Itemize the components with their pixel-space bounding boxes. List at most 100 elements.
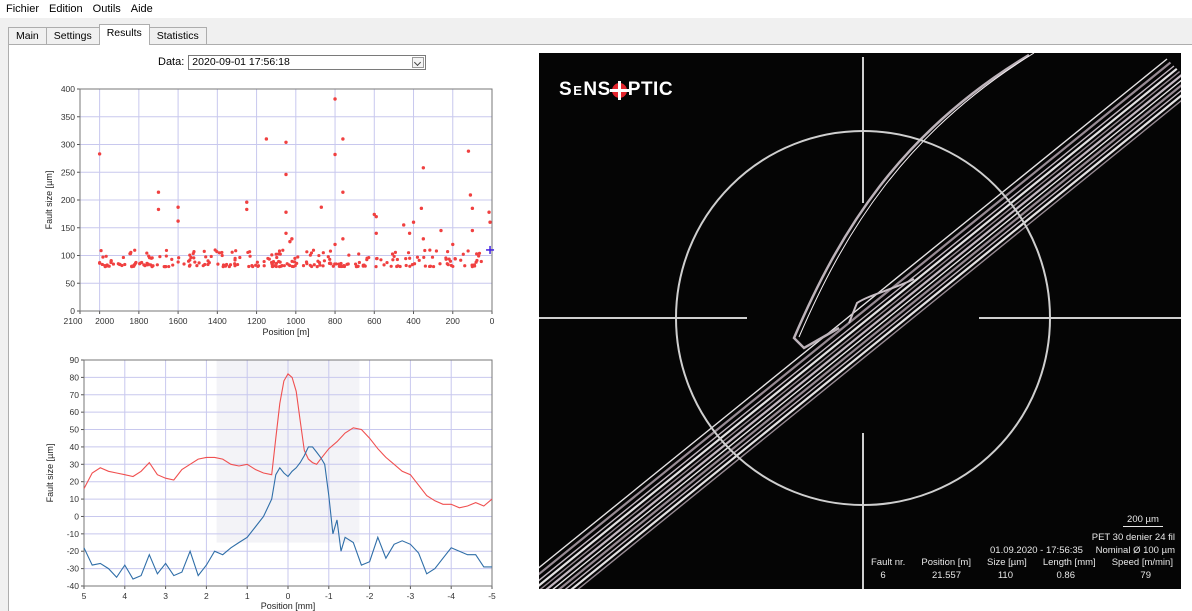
scatter-point [328,261,332,265]
scatter-point [410,263,414,267]
x-axis-label: Position [mm] [261,601,316,611]
y-tick-label: 90 [70,356,80,365]
y-tick-label: -10 [67,529,80,539]
scatter-point [182,262,186,266]
scatter-point [438,262,442,266]
scatter-point [391,258,395,262]
scatter-point [477,251,482,255]
scatter-point [406,251,411,255]
scatter-point [245,200,249,204]
menu-edition[interactable]: Edition [49,3,83,15]
x-tick-label: -3 [407,591,415,601]
scatter-point [428,248,432,252]
scatter-point [284,172,288,177]
tab-statistics[interactable]: Statistics [148,27,207,45]
scatter-point [275,255,279,260]
scatter-point [468,193,473,197]
scatter-point [292,260,297,264]
scatter-point [331,264,335,268]
scatter-point [287,263,291,267]
y-tick-label: 20 [70,477,80,487]
scatter-point [339,261,343,266]
scatter-point [171,263,175,267]
scatter-point [234,249,238,253]
scatter-point [209,254,213,259]
camera-image-view[interactable]: S E NS PTIC 200 µm PET 30 denier 24 fil 01.… [539,53,1181,589]
header-speed: Speed [m/min] [1111,557,1173,568]
header-fault-nr: Fault nr. [871,557,906,568]
x-tick-label: 1 [245,591,250,601]
scatter-point [434,249,439,253]
menu-fichier[interactable]: Fichier [6,3,39,15]
chevron-down-icon[interactable] [412,56,425,68]
scatter-point [164,248,169,253]
scatter-point [317,253,321,258]
scatter-point [315,264,319,269]
scatter-point [311,248,316,252]
y-tick-label: 80 [70,372,80,382]
scatter-point [187,264,192,268]
scatter-point [318,263,322,267]
scatter-point [247,264,251,269]
data-select[interactable]: 2020-09-01 17:56:18 [188,54,427,70]
x-tick-label: -4 [447,591,455,601]
scatter-point [278,260,282,264]
scatter-point [453,257,457,261]
scatter-point [270,253,274,257]
scatter-point [248,254,252,258]
header-position: Position [m] [921,557,971,568]
scatter-point [374,264,378,269]
scatter-point [404,263,408,268]
menu-bar: Fichier Edition Outils Aide [0,0,1192,18]
scatter-point [216,262,220,266]
scatter-point [431,264,436,269]
scatter-point [204,255,208,259]
scatter-point [206,262,210,267]
scatter-point [304,260,309,264]
scatter-chart[interactable]: 0501001502002503003504002100 2000 1800 1600… [40,84,500,346]
scatter-point [145,251,149,255]
x-tick-label: 2100 [64,316,83,326]
sensoptic-logo: S E NS PTIC [559,79,674,100]
tab-main[interactable]: Main [8,27,47,45]
scatter-point [347,253,351,257]
scatter-point [470,206,475,211]
scatter-point [221,263,226,267]
tab-settings[interactable]: Settings [45,27,100,45]
scatter-point [446,250,450,254]
scatter-point [277,249,282,253]
value-size: 110 [997,570,1013,581]
menu-aide[interactable]: Aide [131,3,153,15]
scatter-point [466,149,471,153]
y-tick-label: 10 [70,494,80,504]
scatter-point [197,261,201,265]
scatter-point [130,264,134,268]
y-tick-label: 400 [61,84,75,94]
yarn-image [539,53,1181,589]
x-tick-label: 1800 [129,316,148,326]
scatter-point [310,264,314,269]
menu-outils[interactable]: Outils [93,3,121,15]
scatter-point [463,264,467,268]
scatter-point [421,237,426,241]
tab-results[interactable]: Results [98,24,150,45]
scatter-point [192,250,196,254]
line-chart[interactable]: -40-30-20-1001020304050607080905 4 3 2 1 0 -1-… [40,356,500,611]
scatter-point [333,152,337,157]
x-tick-label: 0 [490,316,495,326]
scatter-point [121,255,125,260]
scatter-point [186,259,191,263]
scatter-point [488,220,492,224]
scatter-point [296,255,300,259]
scatter-point [220,250,224,255]
scatter-point [290,237,294,241]
scatter-point [203,262,207,267]
x-tick-label: -5 [488,591,496,601]
scatter-point [98,261,102,265]
scatter-point [176,260,180,264]
scatter-point [156,207,161,212]
scatter-point [120,263,124,268]
x-tick-label: 5 [82,591,87,601]
scale-bar: 200 µm [1123,514,1163,527]
scatter-point [309,251,314,255]
